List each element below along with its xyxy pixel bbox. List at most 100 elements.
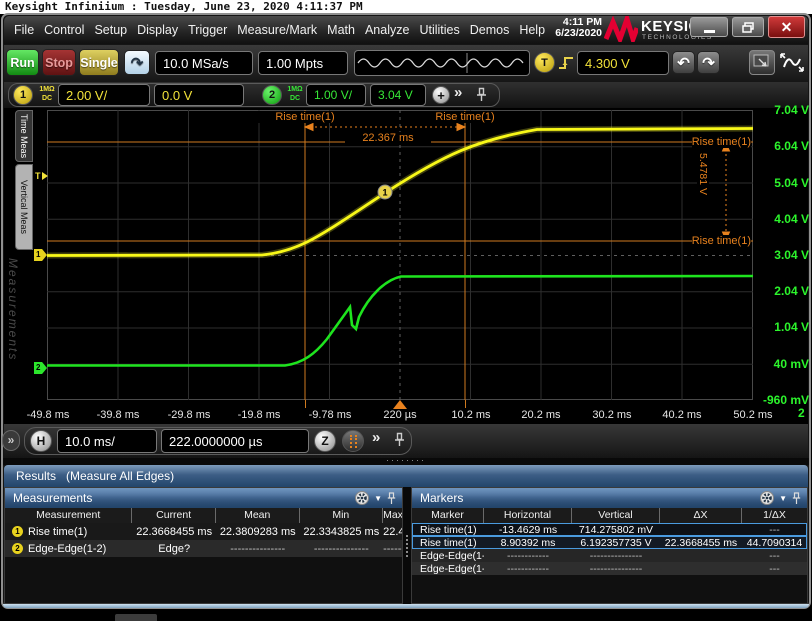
channel2-coupling: 1MΩDC <box>284 85 306 103</box>
col-current[interactable]: Current <box>132 508 216 523</box>
col-vertical[interactable]: Vertical <box>572 508 660 523</box>
x-tick-5: 220 µs <box>365 409 435 421</box>
col-measurement[interactable]: Measurement <box>5 508 132 523</box>
run-button[interactable]: Run <box>6 49 39 76</box>
chevron-down-icon[interactable]: ▼ <box>779 494 787 503</box>
waveform-arrows-icon <box>778 50 806 75</box>
channel2-button[interactable]: 2 <box>262 85 282 105</box>
trigger-level-marker[interactable]: T <box>35 171 48 181</box>
channel2-scale-field[interactable]: 1.00 V/ <box>306 84 366 106</box>
memory-depth-field[interactable]: 1.00 Mpts <box>258 51 348 75</box>
horizontal-splitter[interactable]: ········ <box>3 458 809 465</box>
channel1-scale-field[interactable]: 2.00 V/ <box>58 84 150 106</box>
col-inv-dx[interactable]: 1/ΔX <box>742 508 807 523</box>
timebase-position-field[interactable]: 222.0000000 µs <box>161 429 309 453</box>
minimize-button[interactable] <box>690 17 728 37</box>
markers-titlebar: Markers ▼ <box>412 488 807 508</box>
add-waveform-button[interactable]: + <box>432 86 450 104</box>
menu-control[interactable]: Control <box>44 23 84 37</box>
clear-display-button[interactable]: ↷ <box>124 50 150 75</box>
vertical-splitter[interactable] <box>403 487 411 604</box>
zoom-button[interactable]: Z <box>314 430 336 452</box>
menu-demos[interactable]: Demos <box>470 23 510 37</box>
pin-icon[interactable] <box>394 432 405 447</box>
hbar-more-chevron[interactable]: » <box>372 429 380 446</box>
horizontal-button[interactable]: H <box>30 430 52 452</box>
pin-icon[interactable] <box>792 492 801 505</box>
marker-row[interactable]: Edge-Edge(1-2) ------------ ------------… <box>412 549 807 562</box>
tab-vertical-meas[interactable]: Vertical Meas <box>15 164 33 250</box>
measurement-row[interactable]: 2 Edge-Edge(1-2) Edge? --------------- -… <box>5 540 402 557</box>
channel2-offset-field[interactable]: 3.04 V <box>370 84 426 106</box>
cursor-right-stub <box>465 400 466 408</box>
y-tick-6: 1.04 V <box>755 320 809 334</box>
menu-utilities[interactable]: Utilities <box>419 23 459 37</box>
delta-v-label: 5.4781 V <box>697 153 709 195</box>
col-min[interactable]: Min <box>300 508 384 523</box>
col-max[interactable]: Max <box>383 508 402 523</box>
taskbar-button[interactable] <box>115 614 157 621</box>
col-mean[interactable]: Mean <box>216 508 300 523</box>
delta-x-label: 22.367 ms <box>345 132 431 144</box>
stop-button[interactable]: Stop <box>42 49 76 76</box>
col-dx[interactable]: ΔX <box>660 508 742 523</box>
marker-row[interactable]: Rise time(1) 8.90392 ms 6.192357735 V 22… <box>412 536 807 549</box>
y-tick-5: 2.04 V <box>755 284 809 298</box>
undo-button[interactable]: ↶ <box>672 51 695 74</box>
timebase-scale-field[interactable]: 10.0 ms/ <box>57 429 157 453</box>
menu-file[interactable]: File <box>14 23 34 37</box>
x-tick-9: 40.2 ms <box>647 409 717 421</box>
single-button[interactable]: Single <box>79 49 119 76</box>
marker-dots-icon <box>355 435 357 448</box>
marker-row[interactable]: Rise time(1) -13.4629 ms 714.275802 mV -… <box>412 523 807 536</box>
channel1-button[interactable]: 1 <box>13 85 33 105</box>
gear-icon[interactable] <box>760 491 774 505</box>
more-chevron-button[interactable]: » <box>454 84 462 101</box>
measurement-row[interactable]: 1 Rise time(1) 22.3668455 ms 22.3809283 … <box>5 523 402 540</box>
menu-trigger[interactable]: Trigger <box>188 23 227 37</box>
results-title: Results <box>16 469 56 483</box>
rise-time-label-right: Rise time(1) <box>413 111 517 123</box>
col-marker[interactable]: Marker <box>412 508 484 523</box>
col-horizontal[interactable]: Horizontal <box>484 508 572 523</box>
sample-rate-field[interactable]: 10.0 MSa/s <box>155 51 253 75</box>
pin-icon[interactable] <box>476 87 487 102</box>
menu-setup[interactable]: Setup <box>94 23 127 37</box>
menu-math[interactable]: Math <box>327 23 355 37</box>
tab-time-meas[interactable]: Time Meas <box>15 110 33 162</box>
trigger-level-field[interactable]: 4.300 V <box>577 51 669 75</box>
measurements-titlebar: Measurements ▼ <box>5 488 402 508</box>
threshold-lower-label: Rise time(1) <box>692 235 751 247</box>
acquisition-preview[interactable] <box>354 50 530 76</box>
cursor-left-stub <box>305 400 306 408</box>
display-settings-button[interactable] <box>749 50 775 75</box>
redo-button[interactable]: ↷ <box>697 51 720 74</box>
close-button[interactable]: ✕ <box>768 16 805 38</box>
trigger-position-marker[interactable] <box>393 400 407 409</box>
channel1-offset-field[interactable]: 0.0 V <box>154 84 244 106</box>
restore-button[interactable] <box>732 17 764 37</box>
menu-measure-mark[interactable]: Measure/Mark <box>237 23 317 37</box>
measurement-name: Edge-Edge(1-2) <box>28 543 106 555</box>
measurements-panel: Measurements ▼ Measurement Current Mean … <box>4 487 403 604</box>
trigger-edge-icon <box>557 54 575 72</box>
waveform-plot[interactable]: 1 <box>47 110 753 400</box>
marker-row[interactable]: Edge-Edge(1-2) ------------ ------------… <box>412 562 807 575</box>
expand-left-chevron-button[interactable]: » <box>2 430 20 451</box>
x-tick-0: -49.8 ms <box>13 409 83 421</box>
trigger-source-button[interactable]: T <box>534 52 555 73</box>
gear-icon[interactable] <box>355 491 369 505</box>
markers-button[interactable] <box>342 430 364 452</box>
x-tick-10: 50.2 ms <box>718 409 788 421</box>
menu-analyze[interactable]: Analyze <box>365 23 409 37</box>
y-tick-2: 5.04 V <box>755 176 809 190</box>
measurements-title: Measurements <box>13 491 92 505</box>
autoscale-button[interactable] <box>778 50 806 75</box>
x-tick-3: -19.8 ms <box>224 409 294 421</box>
os-titlebar: Keysight Infiniium : Tuesday, June 23, 2… <box>0 0 812 14</box>
pin-icon[interactable] <box>387 492 396 505</box>
x-tick-1: -39.8 ms <box>83 409 153 421</box>
menu-display[interactable]: Display <box>137 23 178 37</box>
chevron-down-icon[interactable]: ▼ <box>374 494 382 503</box>
restore-icon <box>742 22 754 33</box>
